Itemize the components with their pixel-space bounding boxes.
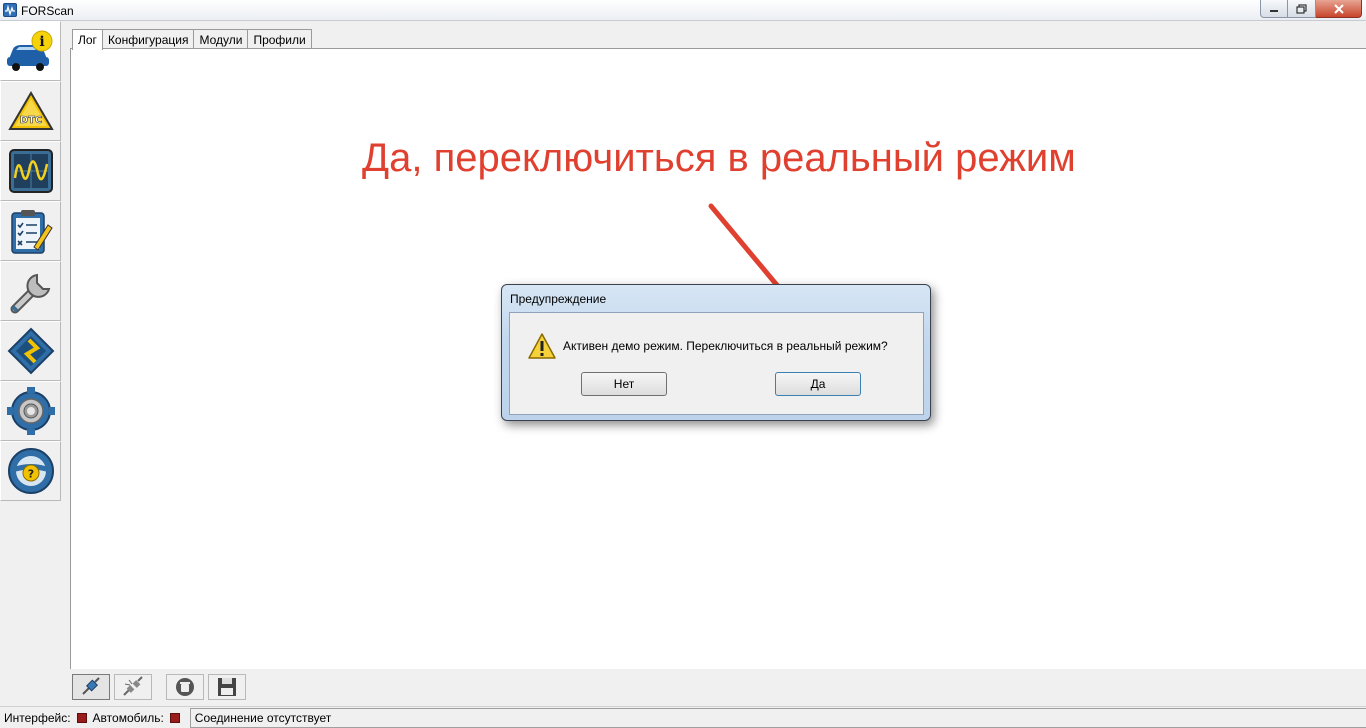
gear-icon [6,387,55,435]
interface-label: Интерфейс: [4,710,71,725]
save-icon [218,678,236,696]
tab-modules[interactable]: Модули [193,29,249,49]
wrench-icon [10,273,50,314]
vehicle-status-led [169,712,180,723]
window-title: FORScan [21,4,74,18]
connect-icon [82,677,100,695]
connection-status: Соединение отсутствует [189,707,1366,728]
disconnect-button[interactable] [114,674,152,700]
car-info-icon: i [6,30,52,71]
no-button[interactable]: Нет [581,372,667,396]
dtc-warning-icon: DTC [7,91,54,130]
close-button[interactable] [1316,0,1362,18]
connect-button[interactable] [72,674,110,700]
sidebar-item-modules[interactable] [0,321,61,381]
disconnect-icon [123,676,143,696]
chip-icon [7,327,54,375]
help-wheel-icon: ? [7,448,54,494]
sidebar-item-service[interactable] [0,261,61,321]
bottom-toolbar [72,674,250,702]
sidebar-item-help[interactable]: ? [0,441,61,501]
oscilloscope-icon [8,149,53,193]
sidebar-item-dtc[interactable]: DTC [0,81,61,141]
svg-text:DTC: DTC [19,115,41,126]
sidebar-item-vehicle-info[interactable]: i [0,21,61,81]
close-icon [1333,3,1344,14]
maximize-button[interactable] [1288,0,1316,18]
svg-text:?: ? [27,468,33,481]
clear-log-icon [176,678,194,696]
tab-profiles[interactable]: Профили [247,29,312,49]
dialog-body: Активен демо режим. Переключиться в реал… [509,312,924,415]
dialog-message: Активен демо режим. Переключиться в реал… [563,339,888,353]
annotation-text: Да, переключиться в реальный режим [362,136,1076,180]
minimize-button[interactable] [1260,0,1288,18]
sidebar-item-oscilloscope[interactable] [0,141,61,201]
tab-log[interactable]: Лог [72,29,103,50]
tab-bar: Лог Конфигурация Модули Профили [72,29,312,50]
sidebar-item-settings[interactable] [0,381,61,441]
main-toolbar: i DTC ? [0,21,62,503]
save-log-button[interactable] [208,674,246,700]
title-bar: FORScan [0,0,1366,21]
minimize-icon [1270,9,1278,12]
sidebar-item-tests[interactable] [0,201,61,261]
vehicle-label: Автомобиль: [92,710,164,725]
status-bar: Интерфейс: Автомобиль: Соединение отсутс… [0,706,1366,728]
warning-icon [528,333,556,359]
restore-icon [1296,3,1307,14]
svg-text:i: i [39,34,44,50]
interface-status-led [76,712,87,723]
yes-button[interactable]: Да [775,372,861,396]
forscan-app-icon [3,3,17,17]
dialog-title: Предупреждение [510,292,607,306]
tab-configuration[interactable]: Конфигурация [101,29,195,49]
clear-log-button[interactable] [166,674,204,700]
warning-dialog: Предупреждение Активен демо режим. Перек… [501,284,931,421]
checklist-icon [10,210,53,254]
